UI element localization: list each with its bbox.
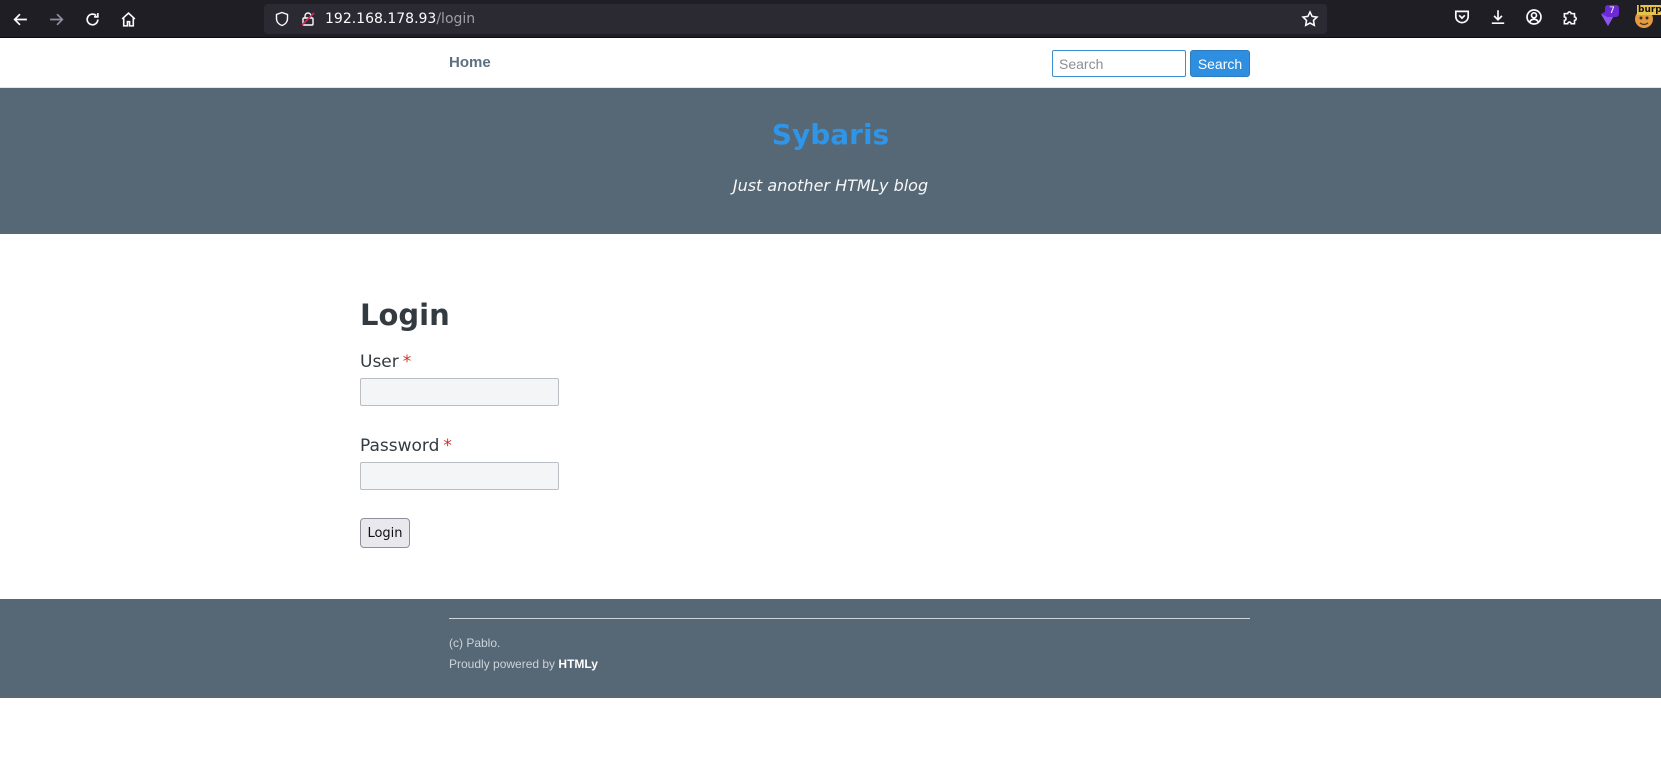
password-field[interactable] — [360, 462, 559, 490]
pocket-button[interactable] — [1453, 8, 1473, 28]
account-button[interactable] — [1525, 8, 1545, 28]
nav-home-link[interactable]: Home — [449, 54, 491, 71]
user-label: User * — [360, 352, 411, 372]
user-label-text: User — [360, 352, 399, 372]
htmly-link[interactable]: HTMLy — [558, 657, 598, 671]
address-bar[interactable]: 192.168.178.93/login — [264, 4, 1327, 34]
search-input[interactable] — [1052, 50, 1186, 77]
search-button[interactable]: Search — [1190, 50, 1250, 77]
footer-powered-by: Proudly powered by HTMLy — [449, 657, 598, 671]
download-icon — [1491, 10, 1505, 25]
account-icon — [1526, 9, 1542, 25]
back-button[interactable] — [7, 6, 33, 32]
arrow-left-icon — [12, 13, 27, 25]
downloads-button[interactable] — [1489, 8, 1509, 28]
puzzle-icon — [1563, 11, 1577, 25]
insecure-lock-icon[interactable] — [300, 11, 316, 27]
arrow-right-icon — [49, 13, 64, 25]
burp-extension-label: burp — [1637, 5, 1661, 15]
user-field[interactable] — [360, 378, 559, 406]
password-label-text: Password — [360, 436, 440, 456]
site-header: Sybaris Just another HTMLy blog — [0, 88, 1661, 234]
extension-badge: 7 — [1605, 5, 1619, 17]
footer-powered-text: Proudly powered by — [449, 657, 556, 671]
extensions-button[interactable] — [1561, 8, 1581, 28]
home-icon — [121, 11, 135, 27]
reload-icon — [85, 12, 99, 26]
url-host: 192.168.178.93 — [325, 11, 437, 27]
required-mark: * — [443, 436, 452, 456]
site-title-link[interactable]: Sybaris — [0, 118, 1661, 151]
url-text[interactable]: 192.168.178.93/login — [325, 10, 475, 28]
bookmark-star-icon[interactable] — [1301, 10, 1319, 28]
url-path: /login — [436, 11, 476, 27]
login-button[interactable]: Login — [360, 518, 410, 548]
footer-copyright: (c) Pablo. — [449, 636, 501, 650]
home-button[interactable] — [115, 6, 141, 32]
site-tagline: Just another HTMLy blog — [732, 176, 929, 195]
reload-button[interactable] — [79, 6, 105, 32]
site-footer: (c) Pablo. Proudly powered by HTMLy — [0, 599, 1661, 698]
login-section: Login User * Password * Login — [0, 234, 1661, 599]
browser-toolbar: 192.168.178.93/login 7 burp — [0, 0, 1661, 38]
footer-divider — [449, 618, 1250, 619]
forward-button[interactable] — [43, 6, 69, 32]
page-title: Login — [360, 298, 450, 332]
pocket-icon — [1454, 10, 1470, 24]
shield-icon[interactable] — [274, 11, 290, 27]
password-label: Password * — [360, 436, 452, 456]
site-navbar: Home Search — [0, 38, 1661, 88]
required-mark: * — [402, 352, 412, 372]
